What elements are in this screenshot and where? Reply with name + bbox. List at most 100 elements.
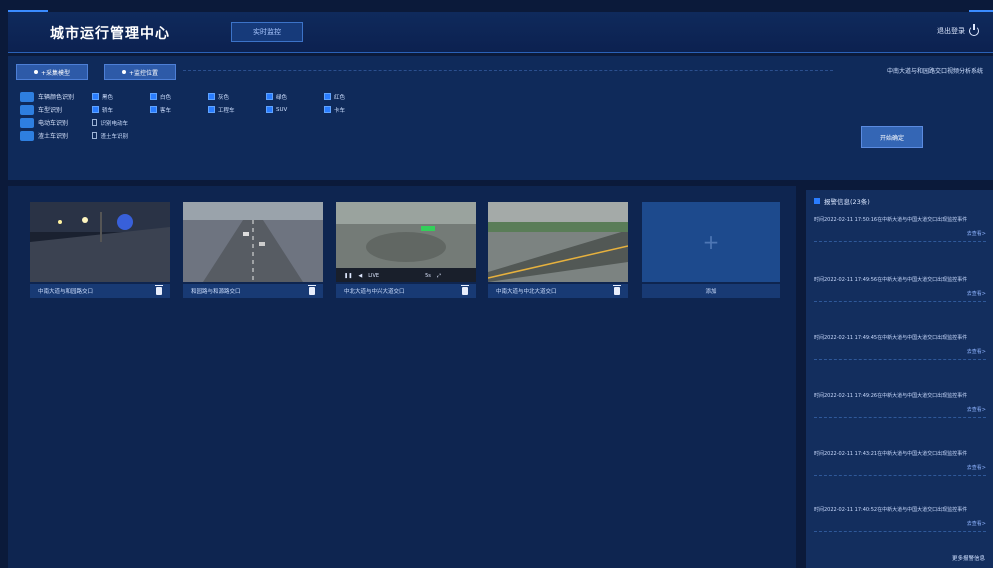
camera-caption: 中北大道与中兴大道交口 [336, 284, 476, 298]
option-label: 白色 [160, 94, 172, 101]
checkbox-checked[interactable] [92, 106, 99, 113]
option-label: 绿色 [276, 94, 288, 101]
location-title: 中南大道与和园路交口视频分析系统 [886, 68, 983, 75]
option-label: 黑色 [102, 94, 114, 101]
view-link[interactable]: 去查看> [814, 348, 986, 355]
camera-label: 中南大道与和园路交口 [38, 289, 94, 295]
checkbox-option[interactable]: 绿色 [266, 93, 302, 101]
camera-feed[interactable]: ❚❚ ◀ LIVE 5s ⤢ [336, 202, 476, 282]
confirm-button[interactable]: 开始确定 [861, 126, 923, 148]
checkbox-checked[interactable] [208, 93, 215, 100]
row-label: 车辆颜色识别 [38, 94, 75, 101]
page-title: 城市运行管理中心 [50, 26, 170, 42]
checkbox-option[interactable]: 识别电动车 [92, 119, 128, 127]
checkbox-checked[interactable] [208, 106, 215, 113]
camera-card[interactable]: 中南大道与和园路交口 [30, 202, 170, 298]
view-link[interactable]: 去查看> [814, 464, 986, 471]
pause-icon[interactable]: ❚❚ [344, 273, 352, 279]
recognition-options: 车辆颜色识别 黑色 白色 灰色 绿色 红色 车型识别 轿车 客车 工程车 SUV… [20, 90, 382, 142]
tab-realtime-monitor[interactable]: 实时监控 [231, 22, 303, 42]
checkbox-option[interactable]: 白色 [150, 93, 186, 101]
checkbox-checked[interactable] [324, 106, 331, 113]
intersection-image [183, 202, 323, 282]
checkbox-option[interactable]: SUV [266, 106, 302, 113]
title-marker-icon [814, 198, 820, 204]
monitor-location-label: +监控位置 [128, 69, 159, 77]
more-alerts-link[interactable]: 更多报警信息 [952, 554, 985, 562]
checkbox-checked[interactable] [92, 93, 99, 100]
dot-icon [33, 70, 38, 74]
checkbox-option[interactable]: 渣土车识别 [92, 132, 128, 140]
view-link[interactable]: 去查看> [814, 406, 986, 413]
video-controls: ❚❚ ◀ LIVE 5s ⤢ [344, 273, 441, 279]
alert-panel-title: 报警信息(23条) [814, 196, 870, 206]
checkbox-unchecked[interactable] [92, 119, 98, 126]
checkbox-option[interactable]: 卡车 [324, 106, 360, 114]
fullscreen-icon[interactable]: ⤢ [437, 273, 441, 279]
camera-feed[interactable] [488, 202, 628, 282]
option-label: 轿车 [102, 107, 114, 114]
camera-label: 中北大道与中兴大道交口 [344, 289, 405, 295]
trash-icon[interactable] [155, 285, 163, 295]
camera-label: 和园路与和源路交口 [191, 289, 241, 295]
checkbox-checked[interactable] [150, 93, 157, 100]
plus-icon: + [702, 230, 720, 254]
alert-item: 时间2022-02-11 17:50:16在中新大道与中国大道交口出现监控事件 … [814, 216, 986, 242]
alert-item: 时间2022-02-11 17:49:45在中新大道与中国大道交口出现监控事件 … [814, 334, 986, 360]
logout-button[interactable]: 退出登录 [937, 24, 979, 36]
checkbox-option[interactable]: 灰色 [208, 93, 244, 101]
camera-card[interactable]: 中南大道与中北大道交口 [488, 202, 628, 298]
option-label: 红色 [334, 94, 346, 101]
app-frame: 城市运行管理中心 实时监控 退出登录 +采集模型 +监控位置 中南大道与和园路交… [0, 0, 993, 568]
collect-model-button[interactable]: +采集模型 [16, 64, 88, 80]
time-label: 5s [425, 273, 431, 279]
add-camera-card[interactable]: + 添加 [642, 202, 780, 298]
add-caption[interactable]: 添加 [642, 284, 780, 298]
night-road-image [30, 202, 170, 282]
checkbox-checked[interactable] [150, 106, 157, 113]
camera-card[interactable]: 和园路与和源路交口 [183, 202, 323, 298]
option-label: SUV [276, 106, 288, 113]
row-label: 渣土车识别 [38, 133, 69, 140]
volume-icon[interactable]: ◀ [358, 273, 362, 279]
checkbox-option[interactable]: 轿车 [92, 106, 128, 114]
checkbox-checked[interactable] [324, 93, 331, 100]
header-bar: 城市运行管理中心 实时监控 退出登录 [8, 10, 993, 53]
camera-caption: 中南大道与中北大道交口 [488, 284, 628, 298]
ebike-icon [20, 117, 34, 128]
monitor-location-button[interactable]: +监控位置 [104, 64, 176, 80]
option-row: 车型识别 轿车 客车 工程车 SUV 卡车 [20, 103, 382, 116]
alert-text: 时间2022-02-11 17:43:21在中新大道与中国大道交口出现监控事件 [814, 451, 968, 457]
camera-feed[interactable] [183, 202, 323, 282]
row-label: 电动车识别 [38, 120, 69, 127]
trash-icon[interactable] [308, 285, 316, 295]
collect-model-label: +采集模型 [40, 69, 71, 77]
view-link[interactable]: 去查看> [814, 520, 986, 527]
power-icon [969, 24, 979, 36]
view-link[interactable]: 去查看> [814, 290, 986, 297]
alert-text: 时间2022-02-11 17:49:45在中新大道与中国大道交口出现监控事件 [814, 335, 968, 341]
add-camera-button[interactable]: + [642, 202, 780, 282]
checkbox-option[interactable]: 黑色 [92, 93, 128, 101]
camera-feed[interactable] [30, 202, 170, 282]
checkbox-option[interactable]: 红色 [324, 93, 360, 101]
option-row: 电动车识别 识别电动车 [20, 116, 382, 129]
option-label: 识别电动车 [100, 120, 128, 127]
checkbox-option[interactable]: 客车 [150, 106, 186, 114]
checkbox-option[interactable]: 工程车 [208, 106, 244, 114]
car-color-icon [20, 91, 34, 102]
checkbox-unchecked[interactable] [92, 132, 98, 139]
alert-item: 时间2022-02-11 17:40:52在中新大道与中国大道交口出现监控事件 … [814, 506, 986, 532]
alert-text: 时间2022-02-11 17:49:26在中新大道与中国大道交口出现监控事件 [814, 393, 968, 399]
alert-text: 时间2022-02-11 17:49:56在中新大道与中国大道交口出现监控事件 [814, 277, 968, 283]
alert-title-text: 报警信息(23条) [824, 198, 870, 206]
camera-caption: 中南大道与和园路交口 [30, 284, 170, 298]
checkbox-checked[interactable] [266, 93, 273, 100]
option-row: 车辆颜色识别 黑色 白色 灰色 绿色 红色 [20, 90, 382, 103]
trash-icon[interactable] [613, 285, 621, 295]
trash-icon[interactable] [461, 285, 469, 295]
view-link[interactable]: 去查看> [814, 230, 986, 237]
checkbox-checked[interactable] [266, 106, 273, 113]
camera-card[interactable]: ❚❚ ◀ LIVE 5s ⤢ 中北大道与中兴大道交口 [336, 202, 476, 298]
control-panel: +采集模型 +监控位置 中南大道与和园路交口视频分析系统 车辆颜色识别 黑色 白… [8, 56, 993, 180]
